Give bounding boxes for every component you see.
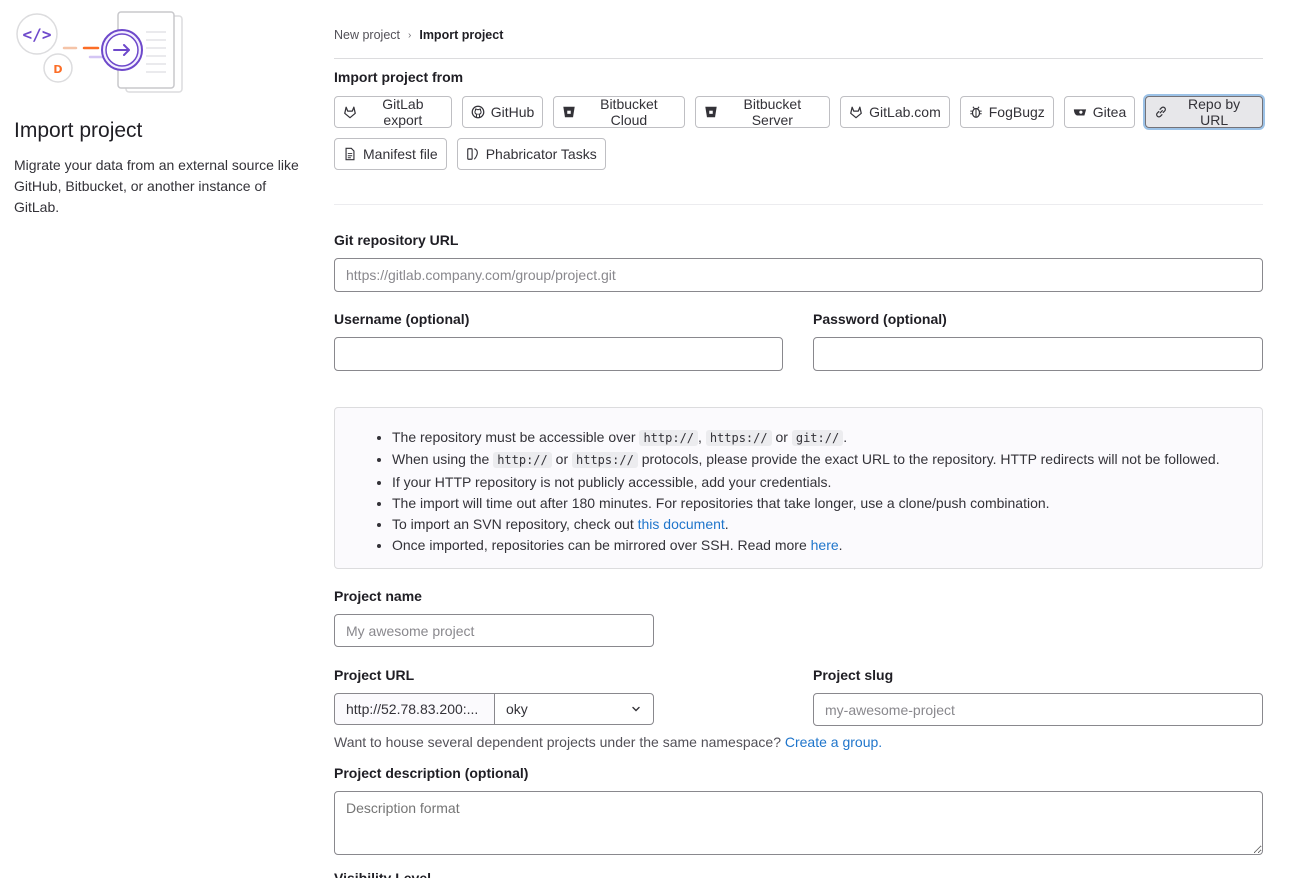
tanuki-icon <box>850 106 863 119</box>
list-item: If your HTTP repository is not publicly … <box>392 472 1220 493</box>
username-label: Username (optional) <box>334 311 470 327</box>
import-source-row-2: Manifest file Phabricator Tasks <box>334 138 606 170</box>
bug-icon <box>970 106 982 118</box>
import-gitlab-com-button[interactable]: GitLab.com <box>840 96 950 128</box>
namespace-select[interactable]: oky <box>494 693 654 725</box>
import-info-box: The repository must be accessible over h… <box>334 407 1263 569</box>
left-panel: </> D Import project Migrate your data f… <box>14 10 304 218</box>
project-description-input[interactable] <box>334 791 1263 855</box>
list-item: To import an SVN repository, check out t… <box>392 514 1220 535</box>
project-name-input[interactable] <box>334 614 654 647</box>
project-name-label: Project name <box>334 588 422 604</box>
password-input[interactable] <box>813 337 1263 371</box>
import-phabricator-tasks-button[interactable]: Phabricator Tasks <box>456 138 606 170</box>
namespace-help-text: Want to house several dependent projects… <box>334 734 883 750</box>
project-description-label: Project description (optional) <box>334 765 529 781</box>
list-item: Once imported, repositories can be mirro… <box>392 535 1220 556</box>
divider <box>334 58 1263 59</box>
import-gitea-button[interactable]: Gitea <box>1063 96 1136 128</box>
import-github-button[interactable]: GitHub <box>461 96 544 128</box>
link-icon <box>1156 106 1167 118</box>
import-illustration-icon: </> D <box>16 11 183 93</box>
chevron-down-icon <box>632 706 640 712</box>
project-url-label: Project URL <box>334 667 415 683</box>
mirror-ssh-link[interactable]: here <box>811 537 839 553</box>
chevron-right-icon: › <box>408 29 412 41</box>
project-slug-label: Project slug <box>813 667 894 683</box>
document-icon <box>345 147 355 161</box>
import-info-list: The repository must be accessible over h… <box>392 427 1220 557</box>
import-repo-by-url-button[interactable]: Repo by URL <box>1145 96 1263 128</box>
list-item: When using the http:// or https:// proto… <box>392 449 1220 471</box>
username-input[interactable] <box>334 337 783 371</box>
import-fogbugz-button[interactable]: FogBugz <box>959 96 1054 128</box>
git-url-input[interactable] <box>334 258 1263 292</box>
visibility-level-label: Visibility Level <box>334 870 432 878</box>
import-bitbucket-server-button[interactable]: Bitbucket Server <box>694 96 831 128</box>
breadcrumb-new-project[interactable]: New project <box>334 28 400 42</box>
list-item: The repository must be accessible over h… <box>392 427 1220 449</box>
project-slug-input[interactable] <box>813 693 1263 726</box>
import-from-label: Import project from <box>334 69 464 85</box>
import-manifest-file-button[interactable]: Manifest file <box>334 138 447 170</box>
svn-document-link[interactable]: this document <box>638 516 725 532</box>
tanuki-icon <box>344 106 356 119</box>
namespace-value: oky <box>506 701 528 717</box>
bitbucket-icon <box>563 106 576 118</box>
bitbucket-icon <box>704 106 717 118</box>
git-url-label: Git repository URL <box>334 232 459 248</box>
import-gitlab-export-button[interactable]: GitLab export <box>334 96 452 128</box>
page-title: Import project <box>14 119 143 142</box>
divider <box>334 204 1263 205</box>
import-bitbucket-cloud-button[interactable]: Bitbucket Cloud <box>553 96 685 128</box>
svg-text:</>: </> <box>23 25 52 44</box>
github-icon <box>471 105 485 119</box>
password-label: Password (optional) <box>813 311 947 327</box>
breadcrumb: New project › Import project <box>334 28 503 42</box>
svg-text:D: D <box>53 63 62 76</box>
list-item: The import will time out after 180 minut… <box>392 493 1220 514</box>
create-group-link[interactable]: Create a group. <box>785 734 882 750</box>
breadcrumb-current: Import project <box>419 28 504 42</box>
project-url-prefix: http://52.78.83.200:... <box>334 693 495 725</box>
gitea-icon <box>1073 109 1086 116</box>
import-source-row-1: GitLab export GitHub Bitbucket Cloud Bit… <box>334 96 1263 128</box>
page-description: Migrate your data from an external sourc… <box>14 157 299 215</box>
phabricator-icon <box>466 148 478 160</box>
